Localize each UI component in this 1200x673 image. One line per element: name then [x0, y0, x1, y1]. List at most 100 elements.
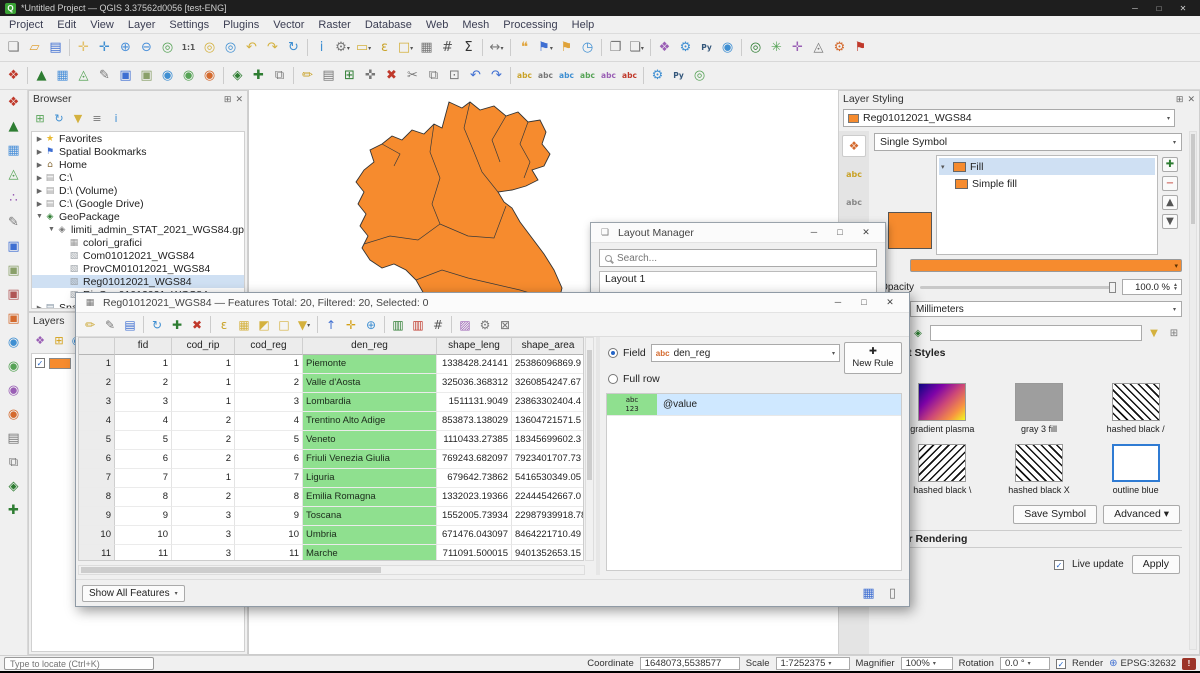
- python-console-2-icon[interactable]: Py: [668, 65, 689, 86]
- open-field-calculator-icon[interactable]: #: [437, 37, 458, 58]
- save-edits-icon[interactable]: ▤: [120, 315, 140, 335]
- slider-handle[interactable]: [1109, 282, 1116, 293]
- cell-shape_leng[interactable]: 1511131.9049: [437, 393, 512, 412]
- style-item-gray-3-fill[interactable]: gray 3 fill: [993, 383, 1086, 434]
- cell-shape_leng[interactable]: 1110433.27385: [437, 431, 512, 450]
- add-vector-layer-rail-icon[interactable]: ▲: [3, 116, 24, 137]
- new-shapefile-icon[interactable]: ✚: [248, 65, 269, 86]
- add-delimited-text-layer-icon[interactable]: ✎: [94, 65, 115, 86]
- column-header-cod_rip[interactable]: cod_rip: [172, 338, 235, 355]
- layout-list-item[interactable]: Layout 1: [600, 272, 876, 288]
- cell-cod_reg[interactable]: 10: [235, 526, 303, 545]
- mask-tab-icon[interactable]: abc: [842, 191, 866, 213]
- menu-view[interactable]: View: [83, 18, 121, 32]
- row-number[interactable]: 11: [79, 545, 115, 561]
- add-polygon-feature-icon[interactable]: ⊞: [339, 65, 360, 86]
- symbology-tab-icon[interactable]: ❖: [842, 135, 866, 157]
- cell-fid[interactable]: 2: [115, 374, 172, 393]
- symbol-tree-item-fill[interactable]: ▾ Fill: [939, 158, 1155, 175]
- add-oracle-layer-icon[interactable]: ▣: [3, 308, 24, 329]
- float-panel-icon[interactable]: ⊞: [224, 94, 232, 105]
- browser-properties-icon[interactable]: i: [107, 109, 125, 127]
- add-wcs-layer-icon[interactable]: ◉: [3, 356, 24, 377]
- live-update-checkbox[interactable]: ✓: [1054, 560, 1064, 570]
- advanced-button[interactable]: Advanced ▾: [1103, 505, 1180, 524]
- row-number[interactable]: 7: [79, 469, 115, 488]
- add-mesh-layer-icon[interactable]: ◬: [73, 65, 94, 86]
- column-header-shape_leng[interactable]: shape_leng: [437, 338, 512, 355]
- filter-styles-icon[interactable]: ▼: [1146, 325, 1162, 341]
- browser-item-geopackage[interactable]: ▼◈GeoPackage: [32, 210, 244, 223]
- add-wfs-layer-icon[interactable]: ◉: [178, 65, 199, 86]
- zoom-next-icon[interactable]: ↷: [262, 37, 283, 58]
- style-item-hashed-black-[interactable]: hashed black /: [1089, 383, 1182, 434]
- collapse-all-icon[interactable]: ≡: [88, 109, 106, 127]
- menu-plugins[interactable]: Plugins: [216, 18, 266, 32]
- add-spatialite-layer-icon[interactable]: ▣: [136, 65, 157, 86]
- actions-icon[interactable]: ⚙: [475, 315, 495, 335]
- apply-button[interactable]: Apply: [1132, 555, 1180, 574]
- cell-cod_reg[interactable]: 11: [235, 545, 303, 561]
- cell-fid[interactable]: 5: [115, 431, 172, 450]
- reload-table-icon[interactable]: ↻: [147, 315, 167, 335]
- menu-settings[interactable]: Settings: [162, 18, 216, 32]
- deselect-all-icon[interactable]: □: [274, 315, 294, 335]
- style-search-input[interactable]: [930, 325, 1142, 341]
- measure-line-icon[interactable]: ↔▾: [486, 37, 507, 58]
- expander-icon[interactable]: ▶: [35, 161, 44, 169]
- refresh-browser-icon[interactable]: ↻: [50, 109, 68, 127]
- cell-den_reg[interactable]: Umbria: [303, 526, 437, 545]
- open-attribute-table-icon[interactable]: ▦: [416, 37, 437, 58]
- cell-shape_leng[interactable]: 853873.138029: [437, 412, 512, 431]
- menu-edit[interactable]: Edit: [50, 18, 83, 32]
- minimize-button[interactable]: ─: [1123, 1, 1147, 16]
- open-data-source-manager-rail-icon[interactable]: ❖: [3, 92, 24, 113]
- cell-cod_reg[interactable]: 6: [235, 450, 303, 469]
- move-symbol-layer-down-icon[interactable]: ▼: [1162, 214, 1178, 229]
- expander-icon[interactable]: ▼: [47, 226, 56, 233]
- select-all-icon[interactable]: ▦: [234, 315, 254, 335]
- menu-processing[interactable]: Processing: [496, 18, 564, 32]
- cell-cod_rip[interactable]: 1: [172, 374, 235, 393]
- cell-shape_area[interactable]: 22987939918.78: [512, 507, 584, 526]
- select-by-expression-icon[interactable]: ε: [214, 315, 234, 335]
- cell-shape_leng[interactable]: 1332023.19366: [437, 488, 512, 507]
- browser-item-favorites[interactable]: ▶★Favorites: [32, 132, 244, 145]
- render-checkbox[interactable]: ✓: [1056, 659, 1066, 669]
- new-virtual-layer-icon[interactable]: ⧉: [269, 65, 290, 86]
- redo-icon[interactable]: ↷: [486, 65, 507, 86]
- magnifier-spinbox[interactable]: 100%▾: [901, 657, 953, 670]
- expander-icon[interactable]: ▶: [35, 148, 44, 156]
- cell-cod_rip[interactable]: 2: [172, 488, 235, 507]
- cell-cod_rip[interactable]: 1: [172, 393, 235, 412]
- add-spatialite-layer-rail-icon[interactable]: ▣: [3, 260, 24, 281]
- filter-select-icon[interactable]: ▼▾: [294, 315, 314, 335]
- cell-den_reg[interactable]: Valle d'Aosta: [303, 374, 437, 393]
- open-field-calculator-icon[interactable]: #: [428, 315, 448, 335]
- add-postgis-layer-icon[interactable]: ▣: [115, 65, 136, 86]
- cell-den_reg[interactable]: Veneto: [303, 431, 437, 450]
- expander-icon[interactable]: ▾: [941, 163, 949, 171]
- menu-help[interactable]: Help: [565, 18, 602, 32]
- mesh-calculator-icon[interactable]: ◬: [808, 37, 829, 58]
- undo-icon[interactable]: ↶: [465, 65, 486, 86]
- style-group-default[interactable]: Default: [874, 362, 1182, 377]
- scale-selector[interactable]: 1:7252375▾: [776, 657, 850, 670]
- toggle-editing-icon[interactable]: ✏: [297, 65, 318, 86]
- menu-mesh[interactable]: Mesh: [455, 18, 496, 32]
- cell-shape_leng[interactable]: 679642.73862: [437, 469, 512, 488]
- cell-cod_reg[interactable]: 9: [235, 507, 303, 526]
- row-number[interactable]: 2: [79, 374, 115, 393]
- zoom-out-icon[interactable]: ⊖: [136, 37, 157, 58]
- maximize-button[interactable]: □: [851, 295, 877, 310]
- browser-item-spatial-bookmarks[interactable]: ▶⚑Spatial Bookmarks: [32, 145, 244, 158]
- move-symbol-layer-up-icon[interactable]: ▲: [1162, 195, 1178, 210]
- cell-cod_rip[interactable]: 2: [172, 412, 235, 431]
- cell-shape_leng[interactable]: 1552005.73934: [437, 507, 512, 526]
- add-wms-layer-rail-icon[interactable]: ◉: [3, 332, 24, 353]
- symbol-tree-item-simple-fill[interactable]: Simple fill: [939, 175, 1155, 192]
- delete-field-icon[interactable]: ▥: [408, 315, 428, 335]
- filter-browser-icon[interactable]: ▼: [69, 109, 87, 127]
- menu-layer[interactable]: Layer: [121, 18, 163, 32]
- open-layer-styling-panel-icon[interactable]: ❖: [31, 331, 49, 349]
